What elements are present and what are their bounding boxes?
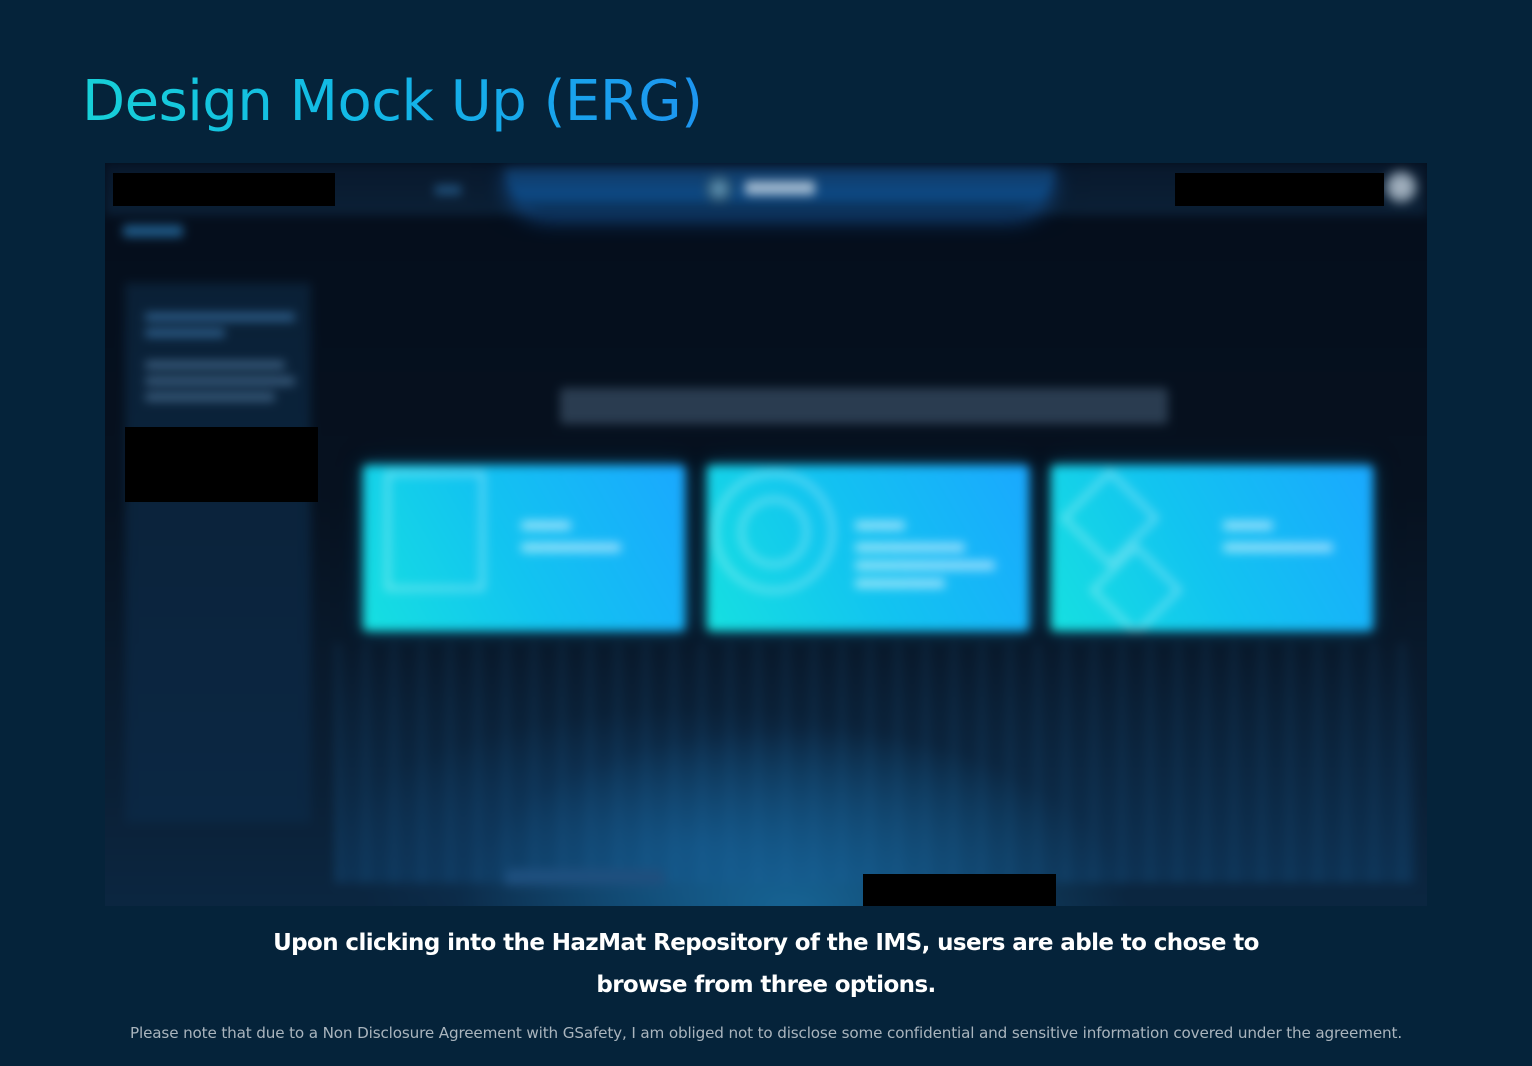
blurred-mockup-content — [105, 163, 1427, 906]
mockup-brand-text — [745, 181, 815, 195]
mockup-sidebar-item — [145, 313, 295, 321]
redaction-bar — [863, 874, 1056, 906]
mockup-card-text — [855, 521, 905, 530]
mockup-card-text — [855, 543, 965, 552]
mockup-caption: Upon clicking into the HazMat Repository… — [273, 930, 1259, 998]
mockup-sidebar — [125, 283, 311, 823]
mockup-search-bar — [560, 388, 1168, 424]
mockup-city-background — [335, 643, 1415, 883]
mockup-logo-icon — [705, 175, 733, 203]
design-mockup-screenshot — [105, 163, 1427, 906]
mockup-sidebar-item — [145, 377, 295, 385]
mockup-menu-icon — [435, 185, 461, 195]
page-title: Design Mock Up (ERG) — [82, 66, 703, 138]
mockup-option-card-3 — [1051, 465, 1373, 631]
redaction-bar — [1175, 173, 1384, 206]
mockup-sidebar-item — [145, 361, 285, 369]
mockup-card-text — [855, 579, 945, 588]
mockup-avatar — [1385, 171, 1417, 203]
redaction-bar — [125, 427, 318, 502]
document-icon — [385, 471, 485, 591]
mockup-sidebar-item — [145, 329, 225, 337]
nda-disclaimer: Please note that due to a Non Disclosure… — [130, 1024, 1402, 1042]
mockup-sidebar-item — [145, 393, 275, 401]
mockup-card-text — [1223, 543, 1333, 552]
mockup-card-text — [521, 521, 571, 530]
mockup-back-link — [123, 225, 183, 237]
mockup-card-text — [1223, 521, 1273, 530]
target-inner-ring — [739, 497, 809, 567]
mockup-option-card-1 — [363, 465, 685, 631]
mockup-option-card-2 — [707, 465, 1029, 631]
redaction-bar — [113, 173, 335, 206]
mockup-bottom-tab — [505, 869, 665, 885]
mockup-card-text — [521, 543, 621, 552]
mockup-card-text — [855, 561, 995, 570]
